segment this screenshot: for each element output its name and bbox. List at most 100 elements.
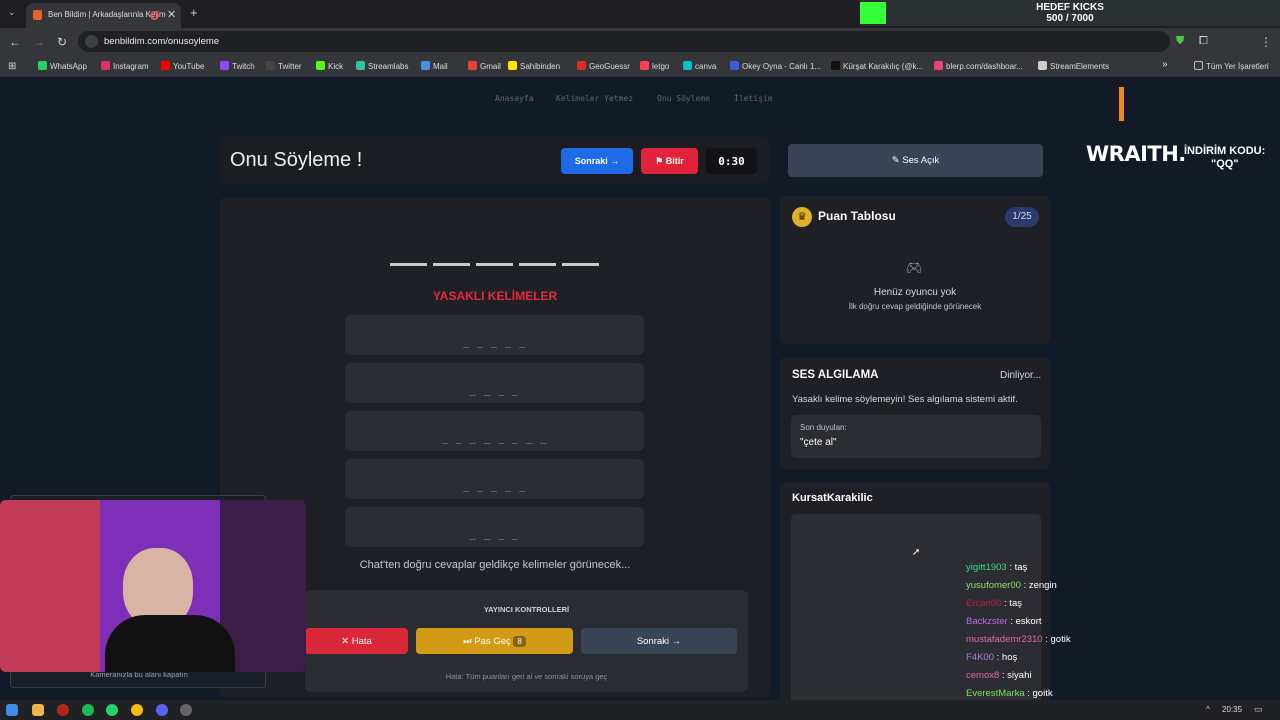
bookmark-geoguessr[interactable]: GeoGuessr <box>577 61 630 71</box>
chat-username[interactable]: yusufomer00 <box>966 580 1021 591</box>
bookmark-instagram[interactable]: Instagram <box>101 61 149 71</box>
browser-tab[interactable]: Ben Bildim | Arkadaşlarınla Kelim ✕ <box>26 3 181 28</box>
tab-search-icon[interactable]: ⌄ <box>8 7 16 18</box>
answer-slot <box>433 263 470 266</box>
bookmark-kick[interactable]: Kick <box>316 61 343 71</box>
discord-icon[interactable] <box>156 704 168 716</box>
last-heard-box: Son duyulan: "çete al" <box>791 415 1041 458</box>
bookmark-label: blerp.com/dashboar... <box>946 62 1023 71</box>
chat-text: : taş <box>1009 562 1028 573</box>
file-explorer-icon[interactable] <box>32 704 44 716</box>
chat-message: Ercan00 : taş <box>966 598 1022 609</box>
bookmark-label: Twitter <box>278 62 302 71</box>
chat-username[interactable]: Backzster <box>966 616 1008 627</box>
nav-onu-soyleme[interactable]: Onu Söyleme <box>657 94 710 103</box>
chat-username[interactable]: cemox8 <box>966 670 999 681</box>
goal-title: HEDEF KICKS <box>1036 2 1104 13</box>
forbidden-word: _ _ _ _ _ <box>345 315 644 355</box>
flag-icon: ⚑ <box>655 156 666 166</box>
next-button[interactable]: Sonraki → <box>561 148 633 174</box>
whatsapp-icon[interactable] <box>106 704 118 716</box>
url-text: benbildim.com/onusoyleme <box>104 36 220 47</box>
chat-username[interactable]: mustafademr2310 <box>966 634 1043 645</box>
close-tab-icon[interactable]: ✕ <box>167 8 176 21</box>
voice-status: Dinliyor... <box>1000 370 1042 381</box>
controls-next-button[interactable]: Sonraki → <box>581 628 737 654</box>
notification-icon[interactable]: ▭ <box>1254 704 1263 715</box>
page-title: Onu Söyleme ! <box>230 149 363 171</box>
extensions-puzzle-icon[interactable]: ⧠ <box>1199 35 1208 48</box>
apps-grid-icon[interactable]: ⊞ <box>8 61 16 72</box>
bookmark-youtube[interactable]: YouTube <box>161 61 204 71</box>
bookmark-streamlabs[interactable]: Streamlabs <box>356 61 408 71</box>
chat-embed[interactable] <box>791 514 1041 712</box>
chat-text: : zengin <box>1023 580 1057 591</box>
bookmark-label: Twitch <box>232 62 255 71</box>
bookmark-whatsapp[interactable]: WhatsApp <box>38 61 87 71</box>
reload-icon[interactable]: ↻ <box>57 35 67 49</box>
bookmark-favicon-icon <box>266 61 275 70</box>
chat-message: yigitt1903 : taş <box>966 562 1027 573</box>
nav-iletisim[interactable]: İletişim <box>734 94 773 103</box>
bookmark-gmail[interactable]: Gmail <box>468 61 501 71</box>
bookmarks-bar: ⊞ WhatsApp Instagram YouTube Twitch Twitter K… <box>0 56 1280 77</box>
pencil-icon: ✎ <box>891 155 903 166</box>
bookmark-mail[interactable]: Mail <box>421 61 448 71</box>
stream-accent-bar <box>1119 87 1124 121</box>
last-heard-value: "çete al" <box>800 437 837 448</box>
scoreboard-panel: ♛ Puan Tablosu 1/25 🎮︎ Henüz oyuncu yok … <box>780 196 1050 344</box>
chat-username[interactable]: Ercan00 <box>966 598 1001 609</box>
bookmark-okey-oyna-canl-1[interactable]: Okey Oyna - Canlı 1... <box>730 61 821 71</box>
bookmark-streamelements[interactable]: StreamElements <box>1038 61 1109 71</box>
bookmark-sahibinden[interactable]: Sahibinden <box>508 61 560 71</box>
chat-username[interactable]: yigitt1903 <box>966 562 1007 573</box>
skip-count-badge: 8 <box>513 636 526 647</box>
sound-toggle-button[interactable]: ✎ Ses Açık <box>788 144 1043 177</box>
bookmark-twitter[interactable]: Twitter <box>266 61 302 71</box>
controls-title: YAYINCI KONTROLLERİ <box>483 605 570 614</box>
finish-button[interactable]: ⚑ Bitir <box>641 148 698 174</box>
bookmark-letgo[interactable]: letgo <box>640 61 669 71</box>
chrome-icon[interactable] <box>131 704 143 716</box>
answer-slot <box>390 263 427 266</box>
all-bookmarks-folder[interactable]: Tüm Yer İşaretleri <box>1194 61 1269 71</box>
bookmark-favicon-icon <box>101 61 110 70</box>
app-icon[interactable] <box>57 704 69 716</box>
bookmark-favicon-icon <box>421 61 430 70</box>
tray-chevron-icon[interactable]: ^ <box>1206 705 1210 714</box>
chat-username[interactable]: F4K00 <box>966 652 994 663</box>
bookmark-label: Gmail <box>480 62 501 71</box>
shield-extension-icon[interactable]: ⛊ <box>1176 35 1184 48</box>
gamepad-icon: 🎮︎ <box>906 260 923 275</box>
windows-start-icon[interactable] <box>6 704 18 716</box>
mouse-cursor-icon: ➚ <box>912 547 921 558</box>
finish-label: Bitir <box>665 156 684 166</box>
site-info-icon[interactable] <box>85 35 98 48</box>
new-tab-button[interactable]: + <box>190 5 198 20</box>
bookmark-twitch[interactable]: Twitch <box>220 61 255 71</box>
bookmark-blerp-com-dashboar[interactable]: blerp.com/dashboar... <box>934 61 1023 71</box>
skip-button[interactable]: ⏭ Pas Geç 8 <box>416 628 573 654</box>
error-button[interactable]: ✕ Hata <box>305 628 408 654</box>
webcam-feed <box>0 500 306 672</box>
bookmark-k-r-at-karak-l-k[interactable]: Kürşat Karakılıç (@k... <box>831 61 923 71</box>
nav-home[interactable]: Anasayfa <box>495 94 534 103</box>
empty-title: Henüz oyuncu yok <box>873 287 957 298</box>
forward-arrow-icon[interactable]: → <box>33 35 45 49</box>
more-bookmarks-icon[interactable]: » <box>1162 59 1168 70</box>
chat-message: cemox8 : siyahi <box>966 670 1031 681</box>
x-icon: ✕ <box>341 636 352 647</box>
tab-title: Ben Bildim | Arkadaşlarınla Kelim <box>48 10 166 19</box>
menu-dots-icon[interactable]: ⋮ <box>1260 35 1272 49</box>
back-arrow-icon[interactable]: ← <box>9 35 21 49</box>
app-icon[interactable] <box>180 704 192 716</box>
bookmark-canva[interactable]: canva <box>683 61 716 71</box>
spotify-icon[interactable] <box>82 704 94 716</box>
chat-username[interactable]: EverestMarka <box>966 688 1025 699</box>
address-bar[interactable]: benbildim.com/onusoyleme <box>78 31 1170 52</box>
nav-kelimeler-yetmez[interactable]: Kelimeler Yetmez <box>556 94 633 103</box>
bookmark-favicon-icon <box>316 61 325 70</box>
recording-icon <box>150 11 159 20</box>
bookmark-label: Streamlabs <box>368 62 409 71</box>
chat-message: mustafademr2310 : gotik <box>966 634 1071 645</box>
